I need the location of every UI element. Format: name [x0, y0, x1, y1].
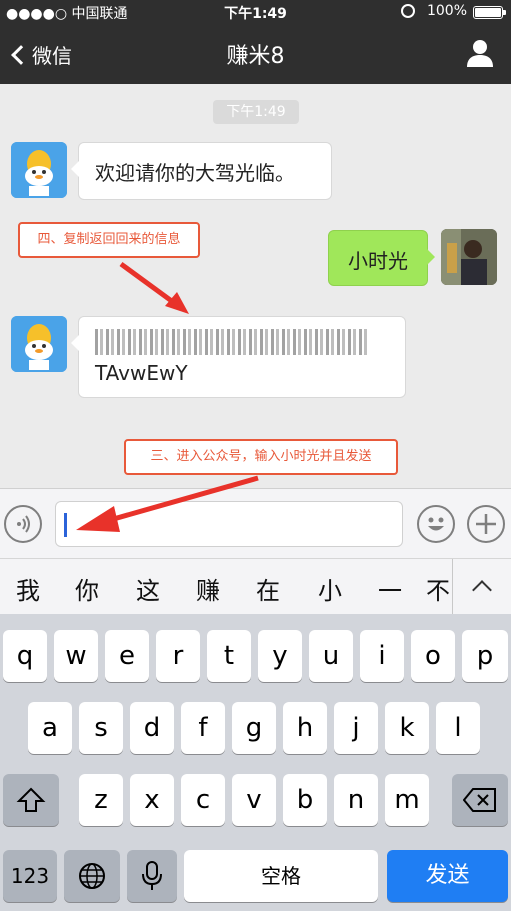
space-key[interactable]: 空格	[184, 850, 378, 902]
chevron-up-icon	[472, 580, 492, 600]
battery-tip	[503, 10, 506, 15]
mascot-icon	[11, 142, 67, 198]
battery-icon	[473, 6, 503, 19]
message-text: 小时光	[348, 249, 408, 273]
key-k[interactable]: k	[385, 702, 429, 754]
text-caret	[64, 513, 67, 537]
keyboard: q w e r t y u i o p a s d f g h j k l z …	[0, 614, 511, 911]
user-profile-icon[interactable]	[463, 36, 497, 70]
bot-avatar[interactable]	[11, 142, 67, 198]
arrow-annotation-icon	[119, 261, 189, 314]
status-bar: ●●●●○ 中国联通 下午1:49 100%	[0, 0, 511, 24]
candidate-word[interactable]: 这	[128, 571, 168, 606]
key-f[interactable]: f	[181, 702, 225, 754]
arrow-annotation-icon	[76, 475, 259, 532]
key-x[interactable]: x	[130, 774, 174, 826]
key-r[interactable]: r	[156, 630, 200, 682]
mascot-icon	[11, 316, 67, 372]
candidate-word[interactable]: 我	[8, 571, 48, 606]
candidate-word[interactable]: 你	[67, 571, 107, 606]
chat-title: 赚米8	[226, 44, 285, 69]
chat-area[interactable]: 下午1:49 欢迎请你的大驾光临。 四、复制返回回来的信息 小时光 TAvwEw…	[0, 84, 511, 488]
key-w[interactable]: w	[54, 630, 98, 682]
backspace-icon	[462, 788, 496, 812]
candidate-word[interactable]: 小	[310, 571, 350, 606]
annotation-step4: 四、复制返回回来的信息	[18, 222, 200, 258]
dictation-key[interactable]	[127, 850, 177, 902]
bot-avatar[interactable]	[11, 316, 67, 372]
expand-candidates-button[interactable]	[452, 559, 511, 615]
microphone-icon	[142, 861, 162, 890]
plus-icon	[476, 514, 496, 534]
shift-icon	[16, 787, 46, 812]
key-p[interactable]: p	[462, 630, 508, 682]
message-bubble[interactable]: TAvwEwY	[71, 316, 406, 398]
candidate-word[interactable]: 一	[370, 571, 410, 606]
key-v[interactable]: v	[232, 774, 276, 826]
key-g[interactable]: g	[232, 702, 276, 754]
voice-icon	[17, 515, 30, 533]
send-key[interactable]: 发送	[387, 850, 508, 902]
key-l[interactable]: l	[436, 702, 480, 754]
backspace-key[interactable]	[452, 774, 508, 826]
more-button[interactable]	[467, 505, 505, 543]
voice-button[interactable]	[4, 505, 42, 543]
globe-key[interactable]	[64, 850, 120, 902]
candidate-word[interactable]: 在	[248, 571, 288, 606]
battery-percent: 100%	[426, 3, 467, 19]
message-bubble[interactable]: 欢迎请你的大驾光临。	[71, 142, 332, 200]
key-z[interactable]: z	[79, 774, 123, 826]
alarm-icon	[401, 4, 415, 18]
my-message-bubble[interactable]: 小时光	[328, 230, 435, 286]
candidate-bar: 我 你 这 赚 在 小 一 不	[0, 558, 511, 615]
key-i[interactable]: i	[360, 630, 404, 682]
my-avatar[interactable]	[441, 229, 497, 285]
candidate-word[interactable]: 赚	[188, 571, 228, 606]
key-m[interactable]: m	[385, 774, 429, 826]
key-y[interactable]: y	[258, 630, 302, 682]
numbers-key[interactable]: 123	[3, 850, 57, 902]
emoji-icon	[428, 517, 444, 531]
key-b[interactable]: b	[283, 774, 327, 826]
key-j[interactable]: j	[334, 702, 378, 754]
message-text: 欢迎请你的大驾光临。	[95, 161, 295, 185]
key-s[interactable]: s	[79, 702, 123, 754]
shift-key[interactable]	[3, 774, 59, 826]
key-h[interactable]: h	[283, 702, 327, 754]
key-q[interactable]: q	[3, 630, 47, 682]
key-t[interactable]: t	[207, 630, 251, 682]
key-c[interactable]: c	[181, 774, 225, 826]
key-d[interactable]: d	[130, 702, 174, 754]
message-timestamp: 下午1:49	[213, 100, 299, 124]
globe-icon	[79, 863, 105, 889]
key-o[interactable]: o	[411, 630, 455, 682]
key-e[interactable]: e	[105, 630, 149, 682]
candidate-word[interactable]: 不	[424, 571, 452, 606]
blurred-code-text	[95, 329, 367, 355]
key-a[interactable]: a	[28, 702, 72, 754]
user-photo-icon	[441, 229, 497, 285]
key-u[interactable]: u	[309, 630, 353, 682]
key-n[interactable]: n	[334, 774, 378, 826]
nav-bar: 微信 赚米8	[0, 24, 511, 84]
emoji-button[interactable]	[417, 505, 455, 543]
message-text: TAvwEwY	[95, 361, 188, 385]
